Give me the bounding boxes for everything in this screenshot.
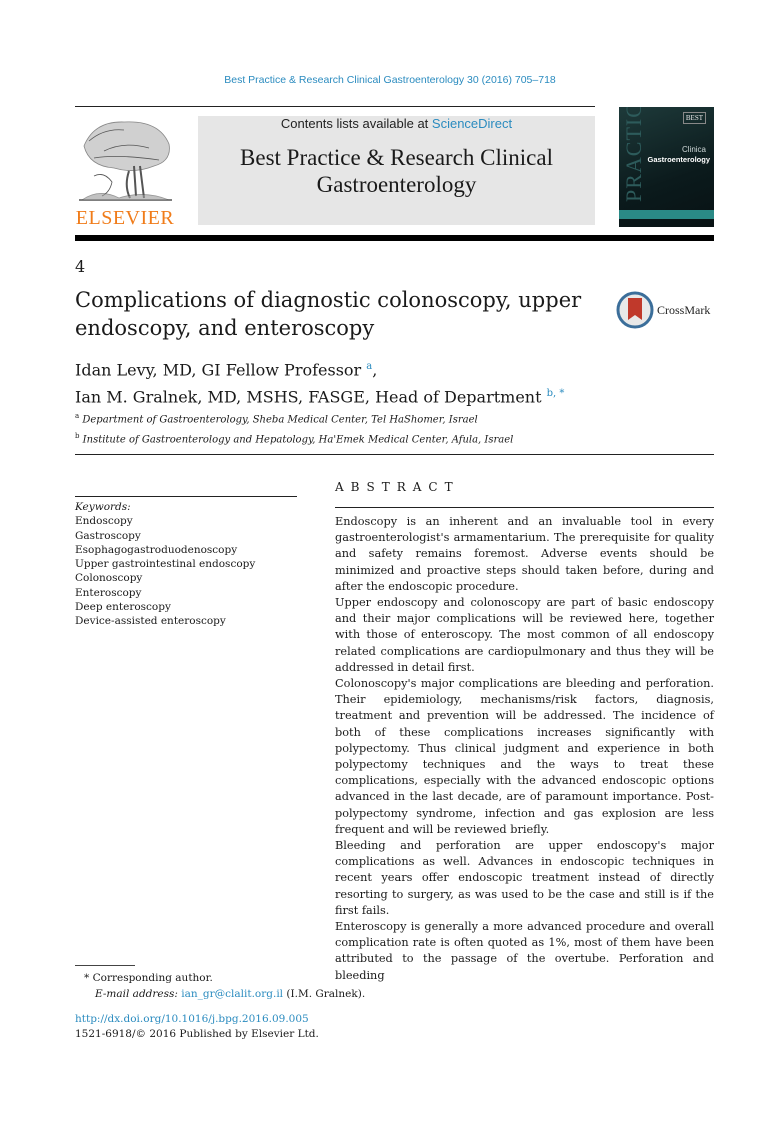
doi-link[interactable]: http://dx.doi.org/10.1016/j.bpg.2016.09.… [75,1013,309,1025]
elsevier-tree-icon [79,121,172,201]
corresponding-author-note: * Corresponding author. [84,970,365,986]
keywords-section: Keywords: Endoscopy Gastroscopy Esophago… [75,500,255,629]
email-note: E-mail address: ian_gr@clalit.org.il (I.… [84,986,365,1002]
author-1: Idan Levy, MD, GI Fellow Professor a, [75,355,564,382]
keyword-item: Enteroscopy [75,586,142,599]
header-rule [75,106,595,107]
email-label: E-mail address: [95,988,178,1000]
journal-reference[interactable]: Best Practice & Research Clinical Gastro… [0,74,780,86]
affiliations: a Department of Gastroenterology, Sheba … [75,408,513,449]
header-thick-rule [75,235,714,241]
abstract-paragraph: Endoscopy is an inherent and an invaluab… [335,515,714,593]
keyword-item: Esophagogastroduodenoscopy [75,543,238,556]
elsevier-logo[interactable]: ELSEVIER [74,116,176,228]
cover-band [619,210,714,219]
email-suffix: (I.M. Gralnek). [283,988,366,1000]
abstract-paragraph: Bleeding and perforation are upper endos… [335,839,714,917]
author-2: Ian M. Gralnek, MD, MSHS, FASGE, Head of… [75,382,564,409]
contents-availability: Contents lists available at ScienceDirec… [198,116,595,131]
keywords-rule [75,496,297,497]
crossmark-button[interactable]: CrossMark [616,290,716,330]
sciencedirect-link[interactable]: ScienceDirect [432,116,512,131]
contents-prefix: Contents lists available at [280,116,432,131]
section-rule [75,454,714,455]
article-title: Complications of diagnostic colonoscopy,… [75,288,582,340]
keyword-item: Device-assisted enteroscopy [75,615,226,628]
elsevier-wordmark: ELSEVIER [75,207,175,229]
cover-vertical-text: PRACTICE [621,107,646,202]
journal-title-line1: Best Practice & Research Clinical [240,145,553,170]
affiliation-text: Department of Gastroenterology, Sheba Me… [82,414,478,426]
affiliation-a: a Department of Gastroenterology, Sheba … [75,408,513,428]
keyword-item: Upper gastrointestinal endoscopy [75,558,256,571]
crossmark-icon [616,291,654,329]
corresponding-marker: * [84,972,90,984]
chapter-number: 4 [75,257,86,276]
affiliation-marker: b [75,432,80,441]
abstract-paragraph: Colonoscopy's major complications are bl… [335,677,714,836]
footnote-rule [75,965,135,966]
abstract-paragraph: Enteroscopy is generally a more advanced… [335,920,714,982]
cover-badge: BEST [682,112,706,124]
copyright-line: 1521-6918/© 2016 Published by Elsevier L… [75,1028,319,1040]
cover-line2: Gastroenterology [647,155,710,164]
author-affiliation-link[interactable]: b, * [547,388,565,399]
journal-masthead: Contents lists available at ScienceDirec… [198,116,595,225]
journal-cover-image[interactable]: BEST PRACTICE Clinica Gastroenterology [619,107,714,227]
doi-block: http://dx.doi.org/10.1016/j.bpg.2016.09.… [75,1012,319,1042]
journal-title-line2: Gastroenterology [316,172,477,197]
author-name: Ian M. Gralnek, MD, MSHS, FASGE, Head of… [75,387,542,407]
author-name: Idan Levy, MD, GI Fellow Professor [75,360,362,380]
cover-line1: Clinica [681,145,706,154]
author-separator: , [372,360,378,380]
abstract-heading: ABSTRACT [335,480,460,494]
email-link[interactable]: ian_gr@clalit.org.il [181,988,283,1000]
footnotes: * Corresponding author. E-mail address: … [84,970,365,1002]
keyword-item: Gastroscopy [75,529,141,542]
abstract-rule [335,507,714,508]
crossmark-label: CrossMark [657,303,711,317]
corresponding-text: Corresponding author. [92,972,213,984]
keyword-item: Endoscopy [75,515,133,528]
abstract-body: Endoscopy is an inherent and an invaluab… [335,514,714,984]
keyword-item: Colonoscopy [75,572,143,585]
keywords-label: Keywords: [75,501,131,513]
abstract-paragraph: Upper endoscopy and colonoscopy are part… [335,596,714,674]
journal-reference-link[interactable]: Best Practice & Research Clinical Gastro… [224,74,556,86]
journal-title: Best Practice & Research Clinical Gastro… [198,144,595,198]
author-list: Idan Levy, MD, GI Fellow Professor a, Ia… [75,355,564,410]
affiliation-marker: a [75,412,80,420]
keyword-item: Deep enteroscopy [75,601,171,614]
affiliation-text: Institute of Gastroenterology and Hepato… [82,434,514,446]
affiliation-b: b Institute of Gastroenterology and Hepa… [75,428,513,448]
